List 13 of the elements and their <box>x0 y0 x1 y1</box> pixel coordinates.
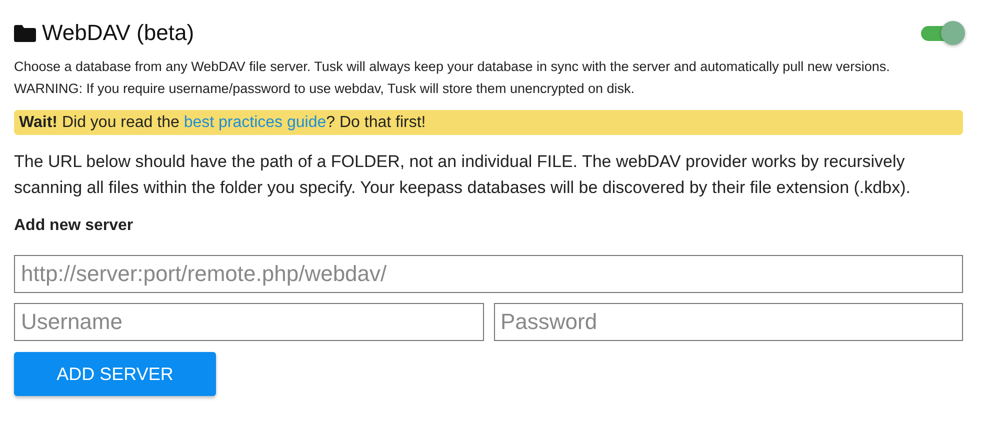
explanation-text: The URL below should have the path of a FOLDER, not an individual FILE. The webDAV provider works by recursively scanning all files within the folder you specify. Your keepass databases will be discovered by their file extension (.kdbx). <box>14 151 912 199</box>
url-field[interactable]: http://server:port/remote.php/webdav/ <box>14 255 963 293</box>
username-field[interactable]: Username <box>14 303 484 341</box>
guide-link[interactable]: best practices guide <box>184 114 326 131</box>
form-heading: Add new server <box>14 217 134 235</box>
folder-icon <box>14 24 36 42</box>
add-server-button[interactable]: ADD SERVER <box>14 352 216 396</box>
description-text: WARNING: If you require username/password to use webdav, Tusk will store them unencrypted on disk. <box>14 80 636 98</box>
section-title: WebDAV (beta) <box>42 20 194 46</box>
warning-banner: Wait! Did you read the best practices guide? Do that first! <box>14 110 963 135</box>
password-field[interactable]: Password <box>494 303 963 341</box>
description-text: Choose a database from any WebDAV file server. Tusk will always keep your database in sync with the server and automatically pull new versions. <box>14 58 891 76</box>
enable-toggle[interactable] <box>919 21 963 45</box>
